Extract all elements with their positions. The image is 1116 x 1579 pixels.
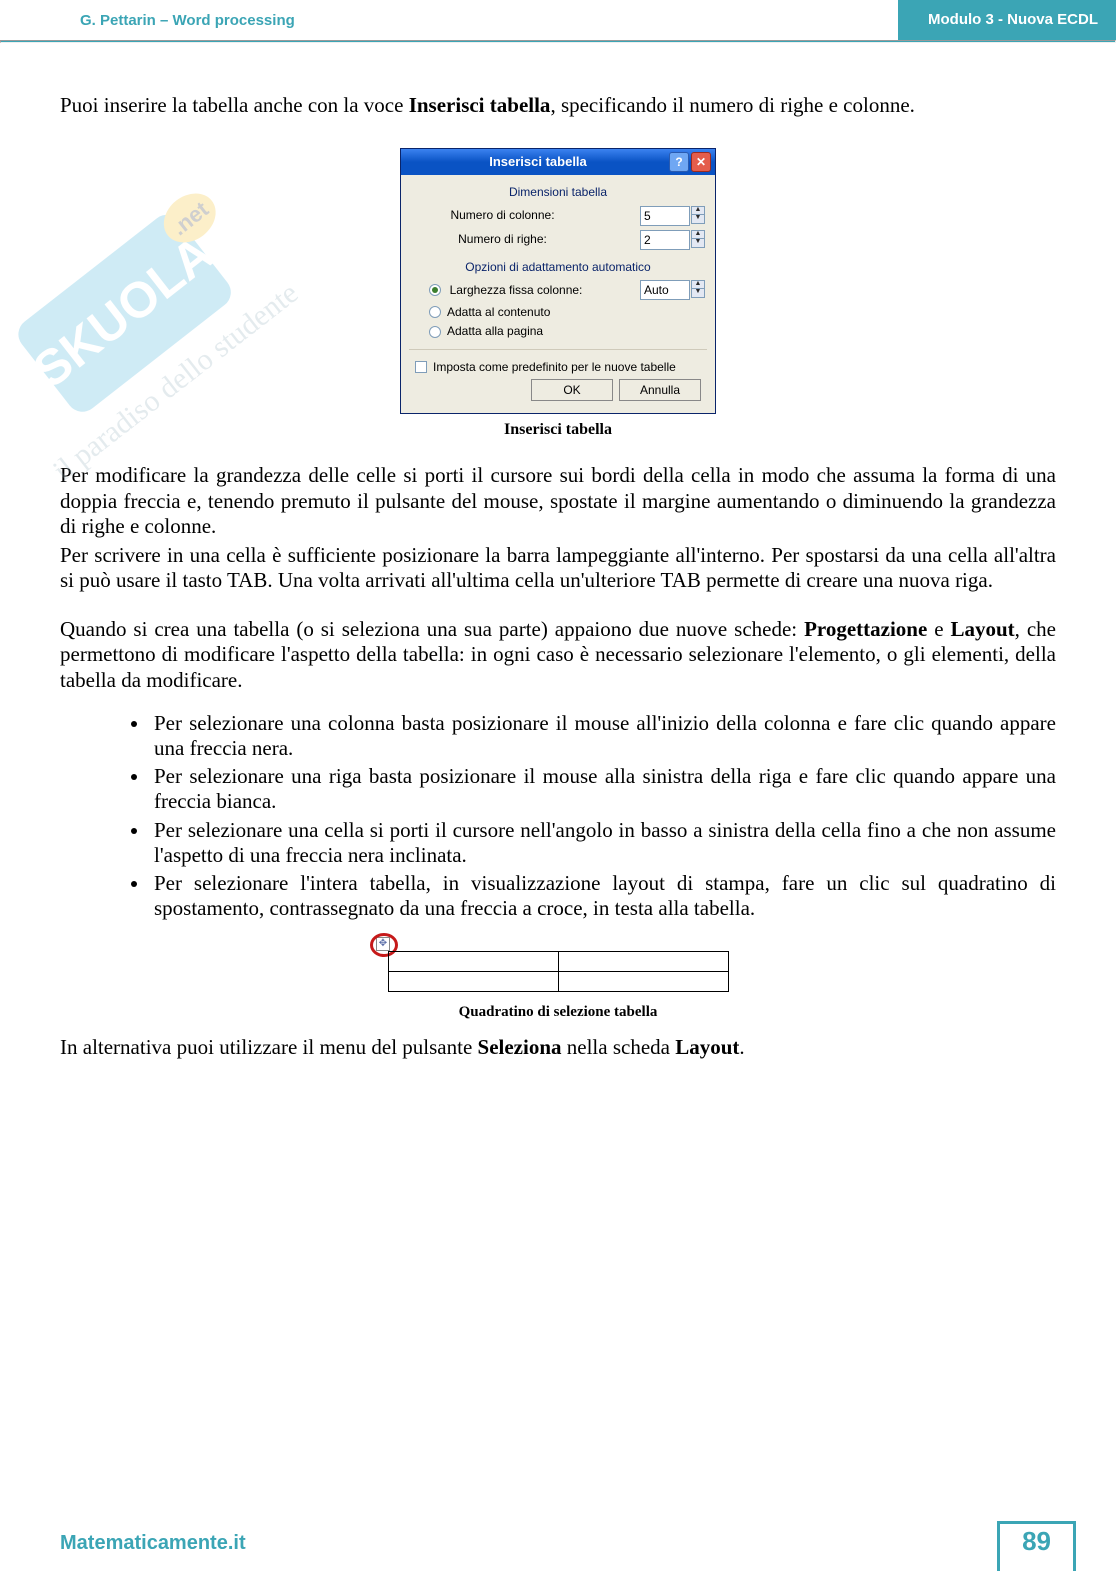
dialog-titlebar: Inserisci tabella ? ✕ (401, 149, 715, 175)
checkbox-set-default-label: Imposta come predefinito per le nuove ta… (433, 360, 676, 374)
footer-site: Matematicamente.it (60, 1532, 1076, 1555)
radio-fixed-width[interactable] (429, 284, 441, 296)
checkbox-set-default[interactable] (415, 361, 427, 373)
header-right: Modulo 3 - Nuova ECDL (898, 0, 1116, 40)
group-dimensions-label: Dimensioni tabella (411, 185, 705, 199)
page-content: SKUOLA .net il paradiso dello studente P… (0, 43, 1116, 1061)
body-paragraph-1: Per modificare la grandezza delle celle … (60, 463, 1056, 539)
page-footer: Matematicamente.it 89 (0, 1532, 1116, 1555)
page-number: 89 (997, 1521, 1076, 1571)
page-header: G. Pettarin – Word processing Modulo 3 -… (0, 0, 1116, 40)
body-paragraph-2: Per scrivere in una cella è sufficiente … (60, 543, 1056, 593)
dialog-title: Inserisci tabella (409, 154, 667, 170)
sample-table (388, 951, 729, 992)
close-icon[interactable]: ✕ (691, 152, 711, 172)
table-handle-figure: ✥ (378, 939, 738, 997)
list-item: Per selezionare una cella si porti il cu… (150, 818, 1056, 868)
chevron-down-icon[interactable]: ▼ (691, 289, 705, 298)
radio-fit-content-label: Adatta al contenuto (447, 305, 550, 319)
radio-fit-page-label: Adatta alla pagina (447, 324, 543, 338)
fixed-width-input[interactable] (640, 280, 690, 300)
body-paragraph-3: Quando si crea una tabella (o si selezio… (60, 617, 1056, 693)
intro-paragraph: Puoi inserire la tabella anche con la vo… (60, 93, 1056, 118)
radio-fit-content[interactable] (429, 306, 441, 318)
list-item: Per selezionare una colonna basta posizi… (150, 711, 1056, 761)
insert-table-dialog: Inserisci tabella ? ✕ Dimensioni tabella… (400, 148, 716, 414)
dialog-caption: Inserisci tabella (60, 420, 1056, 439)
fixed-width-spinner[interactable]: ▲ ▼ (640, 280, 705, 300)
cancel-button[interactable]: Annulla (619, 379, 701, 401)
selection-bullet-list: Per selezionare una colonna basta posizi… (150, 711, 1056, 922)
list-item: Per selezionare una riga basta posiziona… (150, 764, 1056, 814)
chevron-down-icon[interactable]: ▼ (691, 215, 705, 224)
columns-input[interactable] (640, 206, 690, 226)
help-icon[interactable]: ? (669, 152, 689, 172)
ok-button[interactable]: OK (531, 379, 613, 401)
chevron-down-icon[interactable]: ▼ (691, 239, 705, 248)
rows-input[interactable] (640, 230, 690, 250)
radio-fit-page[interactable] (429, 326, 441, 338)
separator (409, 349, 707, 350)
table-handle-caption: Quadratino di selezione tabella (60, 1003, 1056, 1021)
header-left: G. Pettarin – Word processing (80, 12, 295, 29)
columns-label: Numero di colonne: (425, 208, 580, 222)
list-item: Per selezionare l'intera tabella, in vis… (150, 871, 1056, 921)
closing-paragraph: In alternativa puoi utilizzare il menu d… (60, 1035, 1056, 1060)
radio-fixed-label: Larghezza fissa colonne: (447, 283, 585, 297)
rows-spinner[interactable]: ▲ ▼ (640, 230, 705, 250)
group-autofit-label: Opzioni di adattamento automatico (411, 260, 705, 274)
columns-spinner[interactable]: ▲ ▼ (640, 206, 705, 226)
rows-label: Numero di righe: (425, 232, 580, 246)
